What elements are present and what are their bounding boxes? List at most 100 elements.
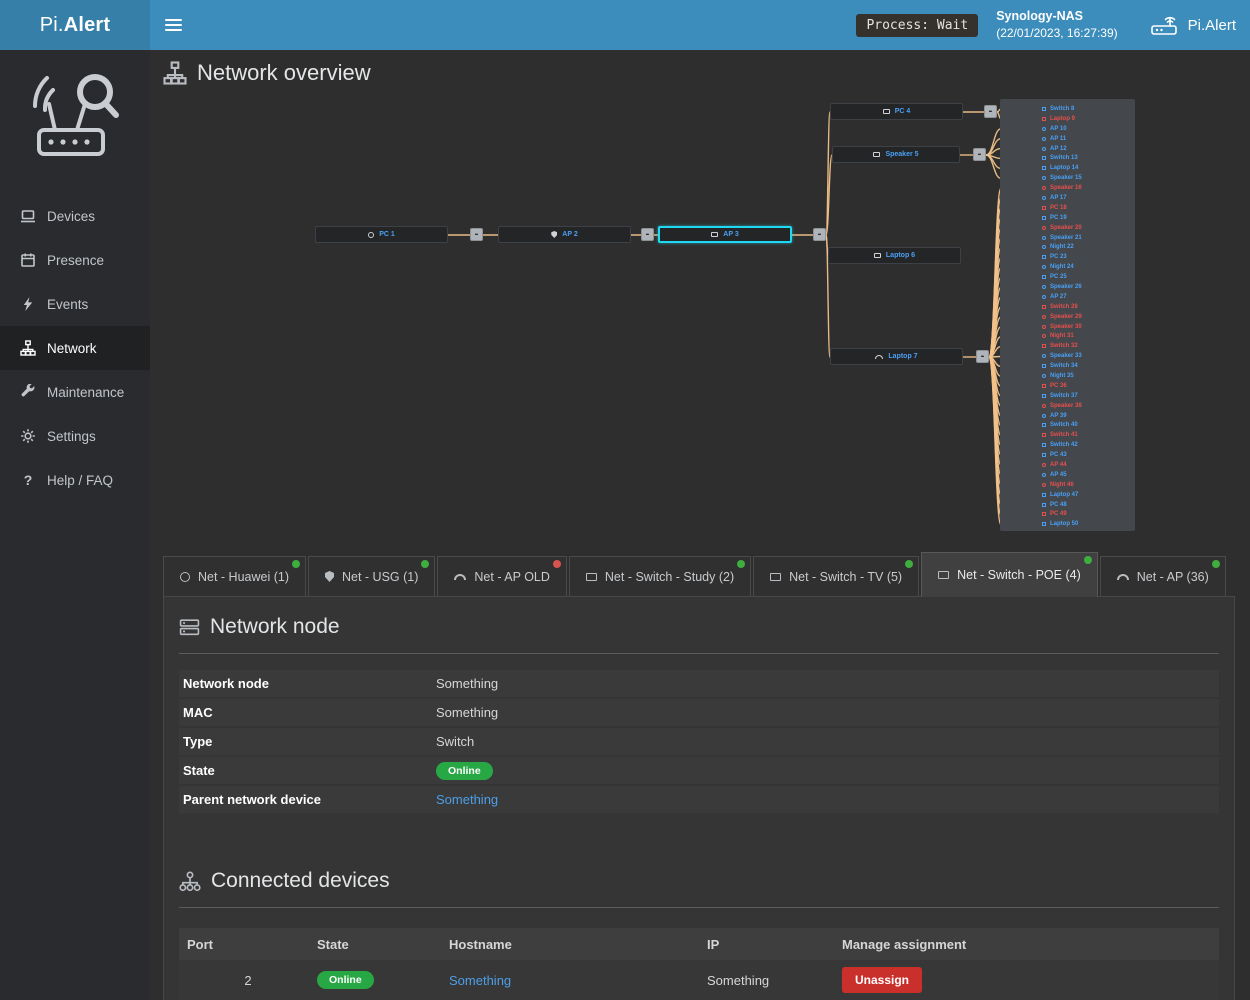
status-dot bbox=[1212, 560, 1220, 568]
device-label: AP 11 bbox=[1050, 136, 1066, 142]
panel-device[interactable]: PC 43 bbox=[1042, 450, 1135, 460]
sidebar-item-maintenance[interactable]: Maintenance bbox=[0, 370, 150, 414]
sidebar-item-events[interactable]: Events bbox=[0, 282, 150, 326]
device-label: Night 46 bbox=[1050, 482, 1074, 488]
panel-device[interactable]: Switch 32 bbox=[1042, 341, 1135, 351]
panel-device[interactable]: AP 17 bbox=[1042, 193, 1135, 203]
panel-device[interactable]: PC 48 bbox=[1042, 500, 1135, 510]
sidebar-item-network[interactable]: Network bbox=[0, 326, 150, 370]
tab-net-huawei[interactable]: Net - Huawei (1) bbox=[163, 556, 306, 596]
tab-net-switch-study[interactable]: Net - Switch - Study (2) bbox=[569, 556, 751, 596]
collapse-button[interactable]: - bbox=[813, 228, 826, 241]
panel-device[interactable]: Switch 41 bbox=[1042, 430, 1135, 440]
state-badge: Online bbox=[317, 971, 374, 989]
panel-device[interactable]: PC 36 bbox=[1042, 381, 1135, 391]
collapse-button[interactable]: - bbox=[470, 228, 483, 241]
laptop-icon bbox=[1042, 522, 1046, 526]
device-label: Speaker 21 bbox=[1050, 235, 1082, 241]
device-label: AP 39 bbox=[1050, 413, 1067, 419]
panel-device[interactable]: AP 44 bbox=[1042, 460, 1135, 470]
panel-device[interactable]: Night 31 bbox=[1042, 331, 1135, 341]
panel-device[interactable]: Switch 34 bbox=[1042, 361, 1135, 371]
device-label: AP 17 bbox=[1050, 195, 1067, 201]
tab-net-ap-old[interactable]: Net - AP OLD bbox=[437, 556, 567, 596]
panel-device[interactable]: AP 12 bbox=[1042, 144, 1135, 154]
collapse-button[interactable]: - bbox=[976, 350, 989, 363]
panel-device[interactable]: Night 22 bbox=[1042, 242, 1135, 252]
collapse-button[interactable]: - bbox=[641, 228, 654, 241]
panel-device[interactable]: Laptop 50 bbox=[1042, 519, 1135, 529]
graph-node-speaker5[interactable]: Speaker 5 bbox=[832, 146, 960, 163]
panel-device[interactable]: Night 24 bbox=[1042, 262, 1135, 272]
panel-device[interactable]: PC 19 bbox=[1042, 213, 1135, 223]
switch-icon bbox=[1042, 364, 1046, 368]
panel-device[interactable]: Speaker 38 bbox=[1042, 401, 1135, 411]
wifi-icon bbox=[454, 574, 466, 580]
table-row: 2OnlineSomethingSomethingUnassign bbox=[179, 960, 1219, 1000]
panel-device[interactable]: Switch 8 bbox=[1042, 104, 1135, 114]
sidebar-item-presence[interactable]: Presence bbox=[0, 238, 150, 282]
panel-device[interactable]: Night 46 bbox=[1042, 480, 1135, 490]
panel-device[interactable]: Switch 37 bbox=[1042, 391, 1135, 401]
collapse-button[interactable]: - bbox=[973, 148, 986, 161]
device-label: Laptop 50 bbox=[1050, 521, 1078, 527]
panel-device[interactable]: AP 27 bbox=[1042, 292, 1135, 302]
tab-net-ap[interactable]: Net - AP (36) bbox=[1100, 556, 1226, 596]
panel-device[interactable]: Laptop 14 bbox=[1042, 163, 1135, 173]
globe-icon bbox=[368, 232, 374, 238]
sidebar-item-help[interactable]: ? Help / FAQ bbox=[0, 458, 150, 502]
panel-device[interactable]: Speaker 16 bbox=[1042, 183, 1135, 193]
tab-net-switch-poe[interactable]: Net - Switch - POE (4) bbox=[921, 552, 1098, 597]
sidebar-menu: Devices Presence Events Network Maintena… bbox=[0, 194, 150, 502]
detail-row: Network nodeSomething bbox=[179, 670, 1219, 697]
panel-device[interactable]: AP 11 bbox=[1042, 134, 1135, 144]
panel-device[interactable]: AP 10 bbox=[1042, 124, 1135, 134]
panel-device[interactable]: Speaker 30 bbox=[1042, 322, 1135, 332]
panel-device[interactable]: Speaker 15 bbox=[1042, 173, 1135, 183]
device-label: Switch 42 bbox=[1050, 442, 1078, 448]
sidebar-toggle-button[interactable] bbox=[150, 0, 196, 50]
panel-device[interactable]: Switch 13 bbox=[1042, 153, 1135, 163]
host-info: Synology-NAS (22/01/2023, 16:27:39) bbox=[996, 8, 1117, 41]
sidebar-item-devices[interactable]: Devices bbox=[0, 194, 150, 238]
panel-device[interactable]: PC 49 bbox=[1042, 510, 1135, 520]
panel-device[interactable]: PC 23 bbox=[1042, 252, 1135, 262]
graph-node-ap3-selected[interactable]: AP 3 bbox=[658, 226, 792, 243]
panel-device[interactable]: Speaker 20 bbox=[1042, 223, 1135, 233]
panel-device[interactable]: PC 25 bbox=[1042, 272, 1135, 282]
connected-devices-title: Connected devices bbox=[179, 869, 1219, 893]
panel-device[interactable]: Night 35 bbox=[1042, 371, 1135, 381]
ap-icon bbox=[1042, 147, 1046, 151]
graph-node-ap2[interactable]: AP 2 bbox=[498, 226, 631, 243]
panel-device[interactable]: Speaker 26 bbox=[1042, 282, 1135, 292]
graph-node-pc4[interactable]: PC 4 bbox=[830, 103, 963, 120]
app-logo[interactable]: Pi.Alert bbox=[0, 0, 150, 50]
graph-node-pc1[interactable]: PC 1 bbox=[315, 226, 448, 243]
panel-device[interactable]: Speaker 29 bbox=[1042, 312, 1135, 322]
sidebar-item-settings[interactable]: Settings bbox=[0, 414, 150, 458]
panel-device[interactable]: Switch 40 bbox=[1042, 421, 1135, 431]
ap-icon bbox=[1042, 127, 1046, 131]
tab-net-switch-tv[interactable]: Net - Switch - TV (5) bbox=[753, 556, 919, 596]
panel-device[interactable]: Speaker 33 bbox=[1042, 351, 1135, 361]
hostname-link[interactable]: Something bbox=[449, 973, 511, 988]
parent-device-link[interactable]: Something bbox=[436, 792, 498, 807]
graph-node-laptop6[interactable]: Laptop 6 bbox=[828, 247, 961, 264]
panel-device[interactable]: Switch 42 bbox=[1042, 440, 1135, 450]
ip-cell: Something bbox=[703, 973, 838, 988]
detail-label: MAC bbox=[183, 705, 436, 720]
panel-device[interactable]: PC 18 bbox=[1042, 203, 1135, 213]
unassign-button[interactable]: Unassign bbox=[842, 967, 922, 993]
panel-device[interactable]: AP 39 bbox=[1042, 411, 1135, 421]
device-label: Switch 41 bbox=[1050, 432, 1078, 438]
speaker-icon bbox=[1042, 354, 1046, 358]
tab-net-usg[interactable]: Net - USG (1) bbox=[308, 556, 435, 596]
detail-row: MACSomething bbox=[179, 699, 1219, 726]
panel-device[interactable]: Laptop 47 bbox=[1042, 490, 1135, 500]
panel-device[interactable]: Speaker 21 bbox=[1042, 233, 1135, 243]
panel-device[interactable]: Switch 28 bbox=[1042, 302, 1135, 312]
collapse-button[interactable]: - bbox=[984, 105, 997, 118]
panel-device[interactable]: AP 45 bbox=[1042, 470, 1135, 480]
panel-device[interactable]: Laptop 9 bbox=[1042, 114, 1135, 124]
graph-node-laptop7[interactable]: Laptop 7 bbox=[830, 348, 963, 365]
